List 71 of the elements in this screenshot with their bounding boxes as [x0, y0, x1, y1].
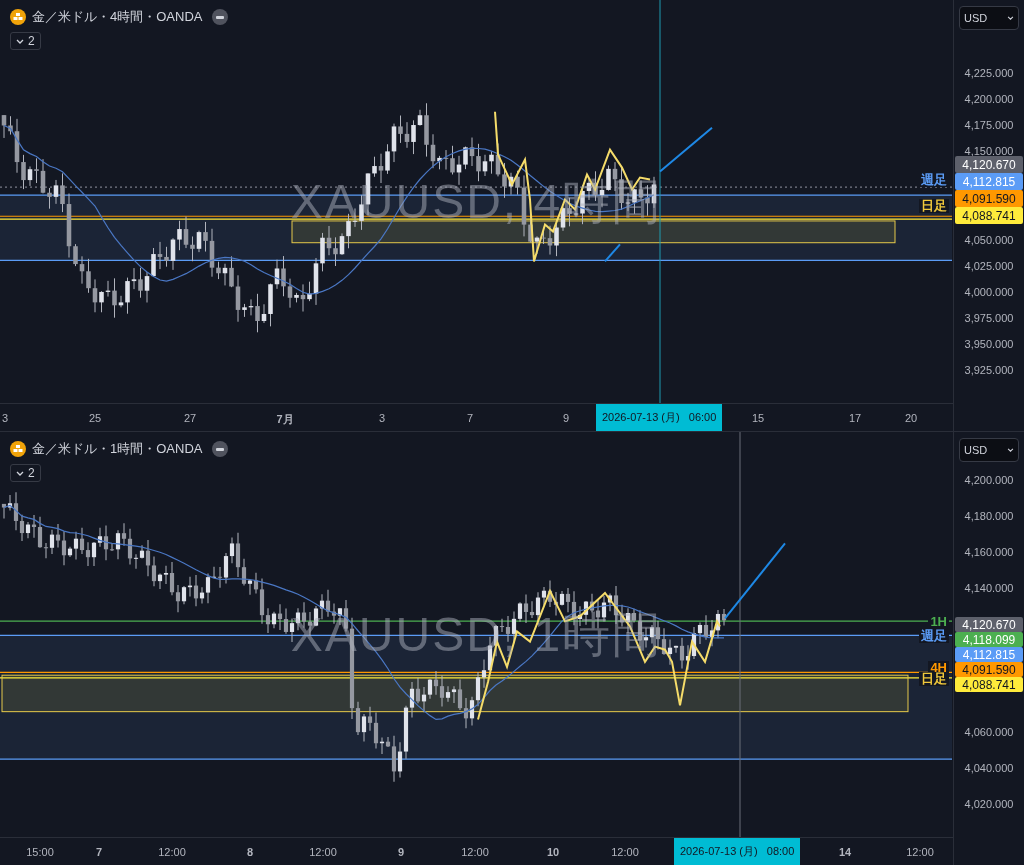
price-tag: 4,118.099	[955, 632, 1023, 647]
time-label: 10	[546, 846, 560, 858]
time-label: 25	[88, 412, 102, 424]
price-tag: 4,088.741	[955, 207, 1023, 224]
time-label: 3	[378, 412, 386, 424]
time-label: 7	[466, 412, 474, 424]
price-tick: 4,020.000	[963, 797, 1015, 812]
price-tag: 4,120.670	[955, 156, 1023, 173]
price-tick: 3,950.000	[963, 337, 1015, 352]
bars-icon	[10, 9, 26, 25]
price-tick: 4,050.000	[963, 233, 1015, 248]
time-label: 9	[397, 846, 405, 858]
time-label: 14	[838, 846, 852, 858]
time-label: 15	[751, 412, 765, 424]
time-label: 12:00	[611, 846, 639, 858]
price-tick: 3,925.000	[963, 363, 1015, 378]
price-tick: 4,040.000	[963, 761, 1015, 776]
price-tick: 4,200.000	[963, 92, 1015, 107]
minus-button[interactable]	[212, 9, 229, 25]
trend-line	[659, 126, 713, 173]
price-tick: 3,975.000	[963, 311, 1015, 326]
price-tick: 4,000.000	[963, 285, 1015, 300]
chevron-down-icon	[16, 38, 24, 44]
time-label: 12:00	[309, 846, 337, 858]
time-label: 7	[95, 846, 103, 858]
line-label: 1H	[928, 615, 949, 629]
price-tick: 4,180.000	[963, 509, 1015, 524]
price-tick: 4,150.000	[963, 144, 1015, 159]
time-label: 20	[904, 412, 918, 424]
price-tag: 4,112.815	[955, 647, 1023, 662]
time-label: 15:00	[26, 846, 54, 858]
price-tick: 4,175.000	[963, 118, 1015, 133]
chevron-down-icon	[16, 470, 24, 476]
price-tick: 4,160.000	[963, 545, 1015, 560]
price-tick: 4,225.000	[963, 66, 1015, 81]
minus-icon	[216, 447, 225, 451]
price-tick: 4,200.000	[963, 473, 1015, 488]
price-tag: 4,091.590	[955, 190, 1023, 207]
symbol-title: 金／米ドル・4時間・OANDA	[32, 8, 203, 26]
price-tag: 4,120.670	[955, 617, 1023, 632]
bars-icon	[10, 441, 26, 457]
time-label: 12:00	[461, 846, 489, 858]
minus-icon	[216, 15, 225, 19]
time-label: 3	[1, 412, 9, 424]
chevron-down-icon	[1007, 448, 1014, 452]
price-tag: 4,088.741	[955, 677, 1023, 692]
line-label: 日足	[919, 199, 949, 213]
price-tick: 4,060.000	[963, 725, 1015, 740]
time-label: 12:00	[158, 846, 186, 858]
time-label: 8	[246, 846, 254, 858]
currency-select[interactable]: USD	[959, 6, 1019, 30]
time-label: 17	[848, 412, 862, 424]
symbol-title: 金／米ドル・1時間・OANDA	[32, 440, 203, 458]
price-tag: 4,091.590	[955, 662, 1023, 677]
minus-button[interactable]	[212, 441, 229, 457]
time-label: 9	[562, 412, 570, 424]
crosshair-time-label: 2026-07-13 (月) 06:00	[596, 404, 723, 431]
time-label: 7月	[276, 412, 294, 427]
line-label: 週足	[919, 629, 949, 643]
line-label: 週足	[919, 173, 949, 187]
currency-select[interactable]: USD	[959, 438, 1019, 462]
time-label: 27	[183, 412, 197, 424]
chevron-down-icon	[1007, 16, 1014, 20]
indicators-toggle-button[interactable]: 2	[10, 464, 41, 482]
price-tag: 4,112.815	[955, 173, 1023, 190]
indicators-toggle-button[interactable]: 2	[10, 32, 41, 50]
trend-line	[604, 243, 621, 263]
time-label: 12:00	[906, 846, 934, 858]
crosshair-time-label: 2026-07-13 (月) 08:00	[674, 838, 801, 865]
price-tick: 4,025.000	[963, 259, 1015, 274]
price-tick: 4,140.000	[963, 581, 1015, 596]
